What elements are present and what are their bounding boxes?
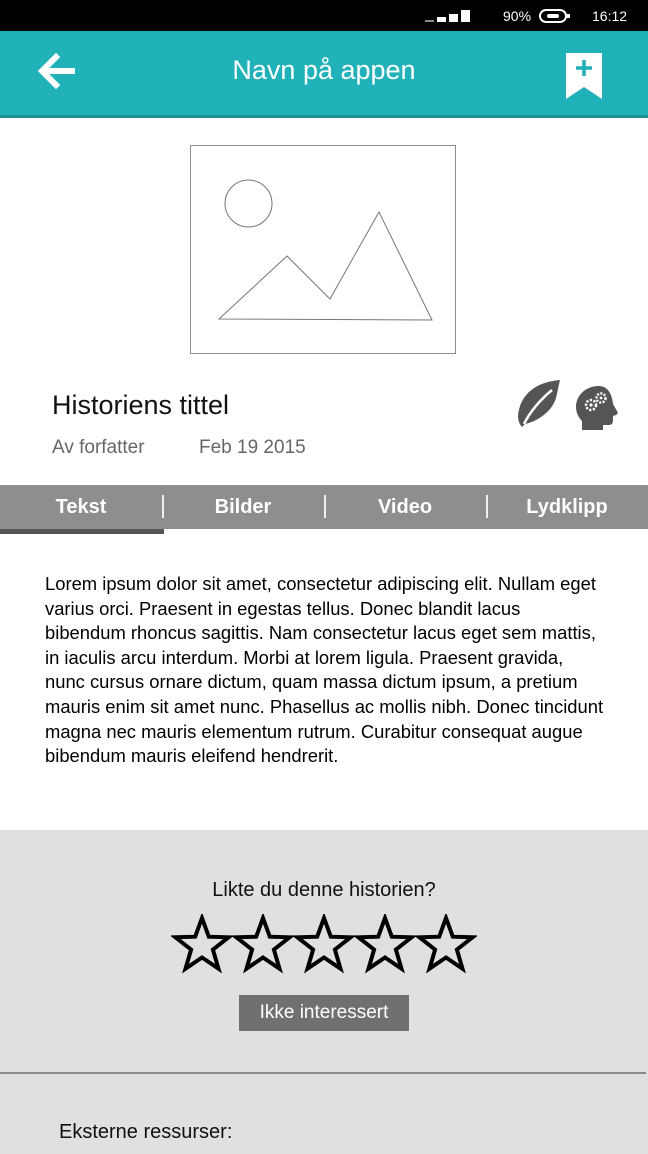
tab-video[interactable]: Video <box>324 485 486 529</box>
story-title: Historiens tittel <box>52 390 230 420</box>
star-icon[interactable] <box>291 914 357 974</box>
head-gears-icon <box>576 386 618 430</box>
story-date: Feb 19 2015 <box>199 437 306 458</box>
star-icon[interactable] <box>352 914 418 974</box>
star-icon[interactable] <box>171 914 235 974</box>
active-tab-indicator <box>0 529 164 534</box>
star-icon[interactable] <box>230 914 296 974</box>
rating-question: Likte du denne historien? <box>212 879 436 901</box>
tab-tekst[interactable]: Tekst <box>0 485 162 529</box>
divider <box>0 1072 646 1074</box>
external-resources-label: Eksterne ressurser: <box>59 1121 233 1143</box>
clock: 16:12 <box>592 8 628 24</box>
tab-bilder[interactable]: Bilder <box>162 485 324 529</box>
signal-icon <box>425 10 470 22</box>
bookmark-add-icon[interactable] <box>566 53 602 99</box>
battery-percentage: 90% <box>503 8 532 24</box>
category-icons <box>518 380 618 430</box>
leaf-icon <box>518 380 560 427</box>
tab-lydklipp[interactable]: Lydklipp <box>486 485 648 529</box>
story-author: Av forfatter <box>52 437 145 458</box>
not-interested-button[interactable]: Ikke interessert <box>239 995 409 1031</box>
app-bar: Navn på appen <box>0 31 648 118</box>
battery-icon <box>539 9 570 23</box>
star-icon[interactable] <box>413 914 477 974</box>
image-placeholder-icon <box>190 145 456 354</box>
story-text: Lorem ipsum dolor sit amet, consectetur … <box>45 573 604 767</box>
tab-bar: Tekst Bilder Video Lydklipp <box>0 485 648 529</box>
status-bar: 90% 16:12 <box>0 0 648 31</box>
app-title: Navn på appen <box>232 55 416 85</box>
star-rating <box>171 914 477 974</box>
